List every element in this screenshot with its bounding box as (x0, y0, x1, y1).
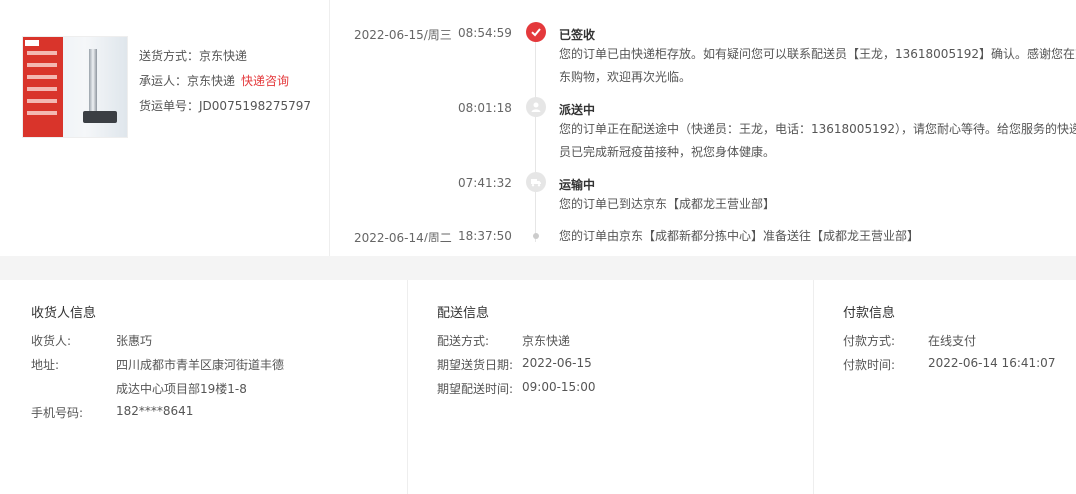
event-detail: 您的订单已由快递柜存放。如有疑问您可以联系配送员【王龙，13618005192】… (559, 47, 1076, 84)
logistics-section: 送货方式：京东快递 承运人：京东快递 快递咨询 货运单号：JD0075198275… (0, 0, 1076, 256)
shipping-method-value: 京东快递 (199, 49, 248, 63)
event-time: 07:41:32 (458, 176, 512, 190)
payment-time: 2022-06-14 16:41:07 (928, 356, 1056, 370)
delivery-time-label: 期望配送时间: (437, 382, 514, 396)
event-time: 18:37:50 (458, 229, 512, 242)
consignee-title: 收货人信息 (31, 306, 97, 321)
payment-method: 在线支付 (928, 334, 977, 348)
event-status: 派送中 (559, 103, 596, 117)
consignee-panel: 收货人信息 收货人: 张惠巧 地址: 四川成都市青羊区康河街道丰德 成达中心项目… (0, 280, 408, 494)
event-status: 已签收 (559, 28, 596, 42)
timeline-dot (533, 233, 539, 239)
phone-label: 手机号码: (31, 406, 84, 420)
delivery-method: 京东快递 (522, 334, 571, 348)
shipment-summary: 送货方式：京东快递 承运人：京东快递 快递咨询 货运单号：JD0075198275… (0, 0, 330, 256)
carrier-value: 京东快递 (187, 74, 236, 88)
waybill-number: JD0075198275797 (199, 99, 312, 113)
address-line-2: 成达中心项目部19楼1-8 (116, 382, 247, 396)
brand-logo (25, 40, 39, 46)
phone-value: 182****8641 (116, 404, 194, 418)
check-icon (526, 22, 546, 42)
courier-inquiry-link[interactable]: 快递咨询 (241, 74, 289, 88)
consignee-name-label: 收货人: (31, 334, 72, 348)
event-detail: 您的订单由京东【成都新都分拣中心】准备送往【成都龙王营业部】 (559, 229, 920, 242)
truck-icon (526, 172, 546, 192)
address-label: 地址: (31, 358, 60, 372)
event-status: 运输中 (559, 178, 596, 192)
event-date: 2022-06-15/周三 (354, 28, 452, 42)
timeline-line (535, 40, 536, 242)
delivery-title: 配送信息 (437, 306, 490, 321)
consignee-name: 张惠巧 (116, 334, 153, 348)
shipping-method-row: 送货方式：京东快递 (139, 49, 248, 63)
tracking-timeline[interactable]: 2022-06-15/周三 08:54:59 已签收 您的订单已由快递柜存放。如… (330, 0, 1076, 242)
waybill-row: 货运单号：JD0075198275797 (139, 99, 312, 113)
delivery-date-label: 期望送货日期: (437, 358, 514, 372)
delivery-time: 09:00-15:00 (522, 380, 596, 394)
payment-title: 付款信息 (843, 306, 896, 321)
payment-time-label: 付款时间: (843, 358, 896, 372)
delivery-date: 2022-06-15 (522, 356, 592, 370)
payment-panel: 付款信息 付款方式: 在线支付 付款时间: 2022-06-14 16:41:0… (814, 280, 1076, 494)
event-time: 08:01:18 (458, 101, 512, 115)
delivery-person-icon (526, 97, 546, 117)
address-line-1: 四川成都市青羊区康河街道丰德 (116, 358, 285, 372)
payment-method-label: 付款方式: (843, 334, 896, 348)
delivery-method-label: 配送方式: (437, 334, 490, 348)
event-time: 08:54:59 (458, 26, 512, 40)
product-thumbnail[interactable] (22, 36, 128, 138)
event-detail: 您的订单正在配送途中（快递员：王龙，电话：13618005192），请您耐心等待… (559, 122, 1076, 159)
section-divider (0, 256, 1076, 280)
event-date: 2022-06-14/周二 (354, 231, 452, 242)
delivery-panel: 配送信息 配送方式: 京东快递 期望送货日期: 2022-06-15 期望配送时… (408, 280, 814, 494)
event-detail: 您的订单已到达京东【成都龙王营业部】 (559, 197, 776, 211)
carrier-row: 承运人：京东快递 快递咨询 (139, 74, 290, 88)
